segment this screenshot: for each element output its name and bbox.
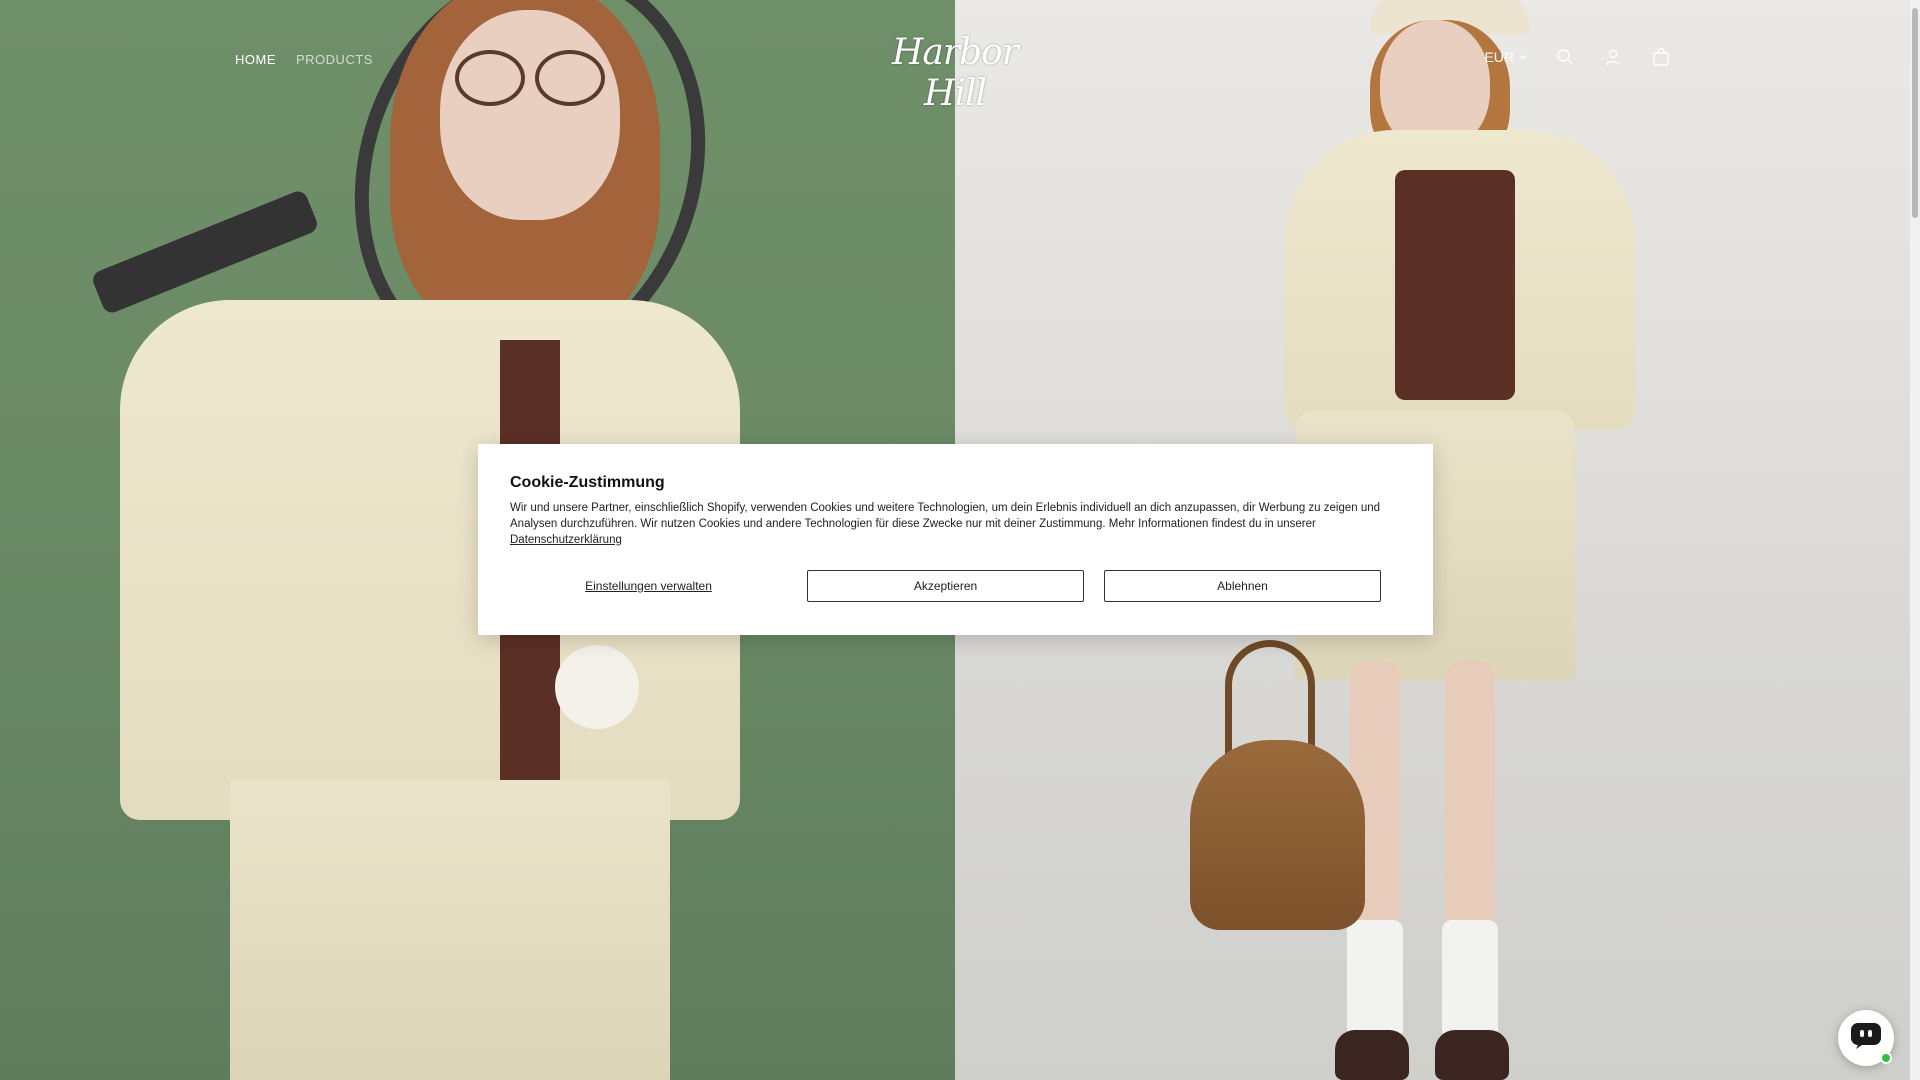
accept-button[interactable]: Akzeptieren [807, 570, 1084, 602]
brand-logo-text: Harbor Hill [892, 32, 1019, 114]
cookie-actions: Einstellungen verwalten Akzeptieren Able… [510, 570, 1400, 602]
header-actions: EUR [1484, 46, 1672, 68]
model-shoe-right-2 [1435, 1030, 1509, 1080]
model-skirt-left [230, 780, 670, 1080]
cookie-consent-dialog: Cookie-Zustimmung Wir und unsere Partner… [478, 444, 1433, 635]
baseball-image [555, 645, 639, 729]
chat-bot-icon [1850, 1022, 1882, 1055]
model-sock-right-2 [1442, 920, 1498, 1040]
racket-handle-image [90, 188, 320, 316]
manage-settings-button[interactable]: Einstellungen verwalten [510, 570, 787, 602]
page-scrollbar[interactable] [1910, 0, 1920, 1080]
model-vest-right [1395, 170, 1515, 400]
brand-logo[interactable]: Harbor Hill [862, 28, 1048, 114]
model-leg-right-2 [1445, 660, 1495, 940]
main-nav: HOME PRODUCTS [235, 52, 373, 67]
site-header: HOME PRODUCTS Harbor Hill EUR [0, 0, 1910, 120]
cookie-body-text: Wir und unsere Partner, einschließlich S… [510, 502, 1381, 530]
currency-selector[interactable]: EUR [1484, 49, 1528, 65]
cookie-description: Wir und unsere Partner, einschließlich S… [510, 500, 1400, 548]
handbag-image [1190, 740, 1365, 930]
currency-label: EUR [1484, 49, 1514, 65]
nav-home-link[interactable]: HOME [235, 52, 276, 67]
nav-products-link[interactable]: PRODUCTS [296, 52, 373, 67]
model-shoe-right-1 [1335, 1030, 1409, 1080]
model-sock-right-1 [1347, 920, 1403, 1040]
chat-widget-button[interactable] [1838, 1010, 1894, 1066]
cart-icon[interactable] [1650, 46, 1672, 68]
cookie-title: Cookie-Zustimmung [510, 474, 665, 491]
chevron-down-icon [1518, 49, 1528, 65]
account-icon[interactable] [1602, 46, 1624, 68]
decline-button[interactable]: Ablehnen [1104, 570, 1381, 602]
search-icon[interactable] [1554, 46, 1576, 68]
privacy-policy-link[interactable]: Datenschutzerklärung [510, 534, 622, 546]
scrollbar-thumb[interactable] [1912, 8, 1918, 218]
online-status-dot [1880, 1052, 1892, 1064]
